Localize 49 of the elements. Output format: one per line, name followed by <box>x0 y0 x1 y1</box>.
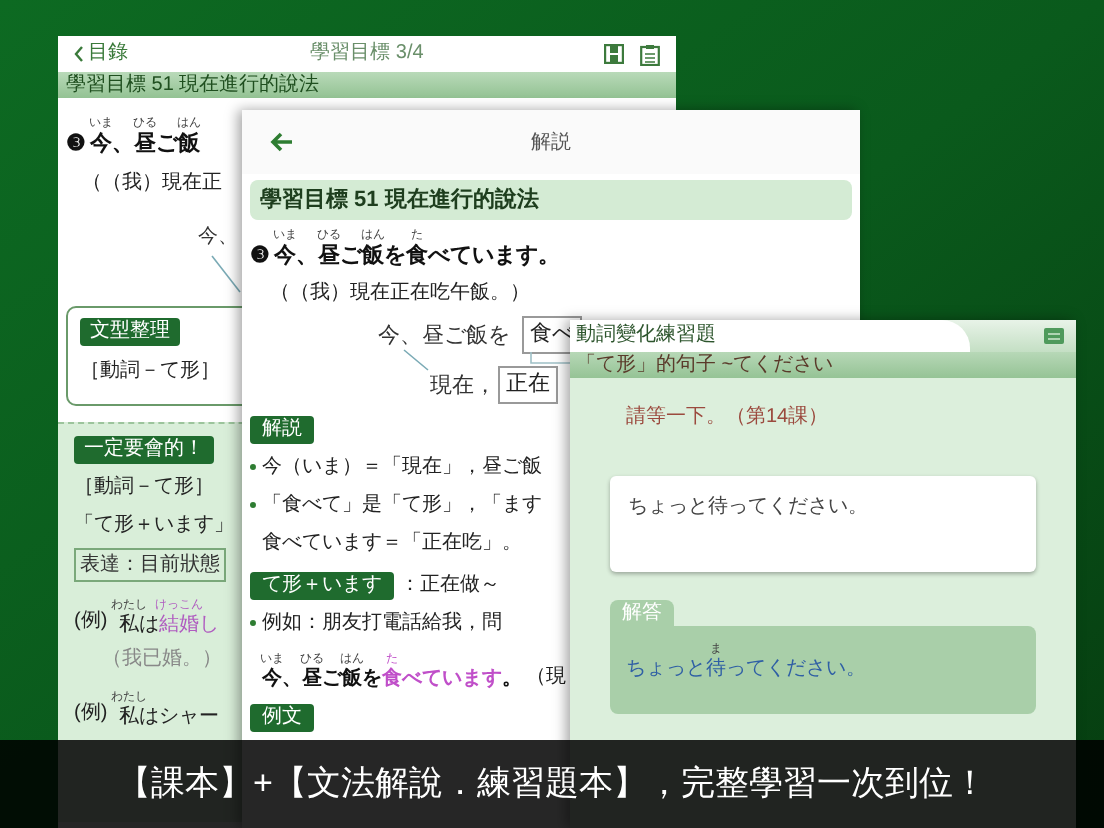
section-tag: 例文 <box>250 704 314 732</box>
question-text: 請等一下。（第14課） <box>626 403 831 432</box>
answer-slot: 正在 <box>498 366 558 403</box>
pattern-tag: 文型整理 <box>80 318 180 346</box>
caption-text: 【課本】+【文法解說．練習題本】，完整學習一次到位！ <box>0 740 1104 828</box>
section-tag: 解説 <box>250 416 314 444</box>
grammar-text: 「て形＋います」 <box>74 511 234 540</box>
leader-line <box>210 254 242 294</box>
bullet-icon <box>250 464 256 470</box>
answer-input[interactable]: ちょっと待ってください。 <box>610 476 1036 572</box>
section-tag: て形＋います <box>250 571 394 599</box>
leader-line <box>402 348 430 372</box>
answer-text: ちょっと待ってください。 <box>626 655 866 684</box>
explanation-text: 今（いま）＝「現在」，昼ご飯 <box>262 453 542 482</box>
example-sentence: 今、昼ご飯を食べています。 <box>274 241 560 272</box>
example-label: (例) <box>74 700 108 728</box>
example-sentence: 今、昼ご飯 <box>90 130 200 160</box>
item-number: ❸ <box>250 242 270 272</box>
example-sentence: 私はシャー <box>119 708 220 728</box>
bullet-icon <box>250 620 256 626</box>
translation-text: （我已婚。） <box>102 645 222 674</box>
back-arrow-icon[interactable] <box>270 132 294 152</box>
section-bar: 學習目標 51 現在進行的說法 <box>58 72 676 98</box>
item-number: ❸ <box>66 130 86 160</box>
window-title: 解説 <box>531 129 571 157</box>
pattern-text: ［動詞－て形］ <box>80 357 220 386</box>
diagram-text: 今、昼ご飯を <box>378 322 510 352</box>
translation-text: （現 <box>526 664 566 692</box>
diagram-text: 現在， <box>430 372 496 402</box>
window-title: 學習目標 3/4 <box>310 44 424 64</box>
section-bar: 學習目標 51 現在進行的說法 <box>250 180 852 220</box>
example-sentence: 私は結婚し <box>119 616 220 636</box>
explanation-text: 「食べて」是「て形」，「ます <box>262 491 542 520</box>
explanation-text: 食べています＝「正在吃」。 <box>262 529 522 558</box>
clipboard-icon[interactable] <box>640 43 660 65</box>
example-label: (例) <box>74 608 108 636</box>
explanation-text: 例如：朋友打電話給我，問 <box>262 609 502 638</box>
section-tag: 一定要會的！ <box>74 436 214 464</box>
exercise-subtitle: 「て形」的句子 ~てください <box>570 352 1076 378</box>
chevron-icon <box>74 46 84 62</box>
diagram-text: 今、 <box>198 224 238 252</box>
bullet-icon <box>250 502 256 508</box>
grammar-text: ［動詞－て形］ <box>74 473 214 502</box>
back-button[interactable]: 目錄 <box>74 44 194 64</box>
translation-text: （（我）現在正 <box>82 169 222 198</box>
translation-text: （（我）現在正在吃午飯。） <box>270 279 530 308</box>
example-sentence: 今、昼ご飯を食べています。 <box>262 666 522 692</box>
tag-note: ：正在做～ <box>400 572 500 600</box>
usage-label: 表達：目前狀態 <box>74 548 226 582</box>
